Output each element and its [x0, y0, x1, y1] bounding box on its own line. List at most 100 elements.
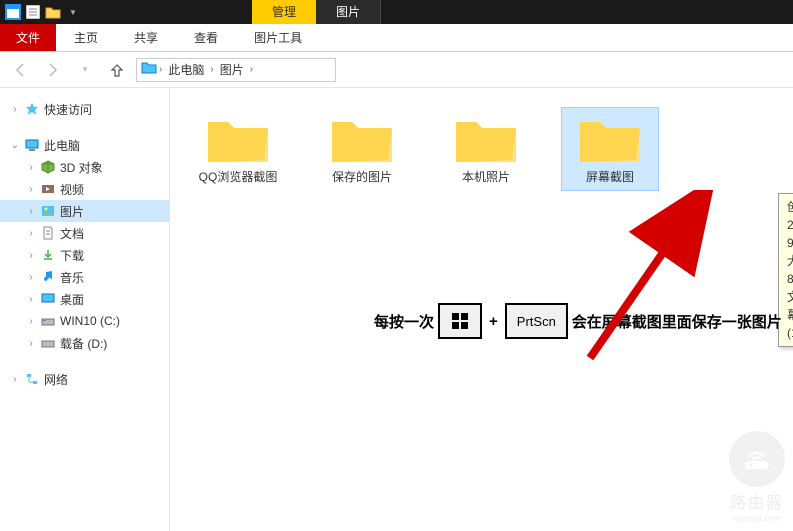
picture-icon — [40, 203, 56, 219]
cube-icon — [40, 159, 56, 175]
ribbon-share-tab[interactable]: 共享 — [116, 24, 176, 51]
chevron-right-icon[interactable]: › — [26, 228, 36, 239]
address-bar-row: ▾ › 此电脑 › 图片 › — [0, 52, 793, 88]
chevron-right-icon[interactable]: › — [10, 104, 20, 115]
drive-icon — [40, 335, 56, 351]
chevron-right-icon[interactable]: › — [157, 64, 164, 75]
watermark-text: 路由器 — [730, 489, 784, 513]
quick-access-toolbar: ▼ — [4, 3, 82, 21]
tree-label: 图片 — [60, 203, 84, 220]
tree-label: 载备 (D:) — [60, 335, 107, 352]
desktop-icon — [40, 291, 56, 307]
router-icon — [729, 431, 785, 487]
context-tab-manage[interactable]: 管理 — [252, 0, 316, 24]
ribbon-tabs: 文件 主页 共享 查看 图片工具 — [0, 24, 793, 52]
watermark: 路由器 luyouqi.com — [729, 431, 785, 523]
folder-item[interactable]: 本机照片 — [438, 108, 534, 190]
instruction-text: 每按一次 + PrtScn 会在屏幕截图里面保存一张图片 — [374, 303, 782, 339]
chevron-right-icon[interactable]: › — [26, 206, 36, 217]
tree-drive-d[interactable]: › 载备 (D:) — [0, 332, 169, 354]
nav-up-button[interactable] — [104, 57, 130, 83]
ribbon-view-tab[interactable]: 查看 — [176, 24, 236, 51]
chevron-right-icon[interactable]: › — [26, 338, 36, 349]
nav-recent-dropdown[interactable]: ▾ — [72, 57, 98, 83]
tree-pictures[interactable]: › 图片 — [0, 200, 169, 222]
keycap-prtscn: PrtScn — [505, 303, 568, 339]
tree-label: 文档 — [60, 225, 84, 242]
tree-label: 网络 — [44, 371, 68, 388]
chevron-right-icon[interactable]: › — [26, 272, 36, 283]
breadcrumb-pictures[interactable]: 图片 — [216, 61, 248, 78]
tree-label: 音乐 — [60, 269, 84, 286]
folder-grid: QQ浏览器截图 保存的图片 本机照片 屏幕截图 — [190, 108, 793, 190]
folder-item[interactable]: 保存的图片 — [314, 108, 410, 190]
chevron-right-icon[interactable]: › — [26, 250, 36, 261]
video-icon — [40, 181, 56, 197]
tree-label: WIN10 (C:) — [60, 314, 120, 328]
tooltip-file: 文件: 屏幕截图(10).png — [787, 288, 793, 342]
tree-label: 下载 — [60, 247, 84, 264]
tree-label: 桌面 — [60, 291, 84, 308]
tooltip-created: 创建日期: 2019/9/12 9:10 — [787, 198, 793, 252]
tree-label: 此电脑 — [44, 137, 80, 154]
chevron-right-icon[interactable]: › — [26, 294, 36, 305]
tree-quick-access[interactable]: › 快速访问 — [0, 98, 169, 120]
tree-label: 3D 对象 — [60, 159, 103, 176]
document-icon — [40, 225, 56, 241]
content-pane[interactable]: QQ浏览器截图 保存的图片 本机照片 屏幕截图 — [170, 88, 793, 531]
watermark-subtext: luyouqi.com — [733, 513, 781, 523]
tree-label: 视频 — [60, 181, 84, 198]
drive-icon — [40, 313, 56, 329]
tree-downloads[interactable]: › 下载 — [0, 244, 169, 266]
folder-label: QQ浏览器截图 — [199, 170, 278, 186]
tree-drive-c[interactable]: › WIN10 (C:) — [0, 310, 169, 332]
tooltip-size: 大小: 84.7 KB — [787, 252, 793, 288]
address-box[interactable]: › 此电脑 › 图片 › — [136, 58, 336, 82]
app-icon — [4, 3, 22, 21]
plus-sign: + — [489, 313, 498, 330]
main-area: › 快速访问 ⌄ 此电脑 › 3D 对象 › 视频 › 图片 › 文档 — [0, 88, 793, 531]
qat-dropdown-icon[interactable]: ▼ — [64, 3, 82, 21]
nav-forward-button[interactable] — [40, 57, 66, 83]
titlebar: ▼ 管理 图片 — [0, 0, 793, 24]
folder-label: 屏幕截图 — [586, 170, 634, 186]
folder-item[interactable]: QQ浏览器截图 — [190, 108, 286, 190]
pc-icon — [24, 137, 40, 153]
network-icon — [24, 371, 40, 387]
tree-3d-objects[interactable]: › 3D 对象 — [0, 156, 169, 178]
tree-label: 快速访问 — [44, 101, 92, 118]
instruction-prefix: 每按一次 — [374, 311, 434, 332]
chevron-right-icon[interactable]: › — [10, 374, 20, 385]
context-tab-pictures[interactable]: 图片 — [316, 0, 381, 24]
contextual-tab-group: 管理 图片 — [252, 0, 381, 24]
chevron-right-icon[interactable]: › — [248, 64, 255, 75]
chevron-down-icon[interactable]: ⌄ — [10, 140, 20, 151]
ribbon-picture-tools-tab[interactable]: 图片工具 — [236, 24, 320, 51]
tree-documents[interactable]: › 文档 — [0, 222, 169, 244]
windows-icon — [451, 312, 469, 330]
breadcrumb-this-pc[interactable]: 此电脑 — [164, 61, 208, 78]
music-icon — [40, 269, 56, 285]
chevron-right-icon[interactable]: › — [26, 316, 36, 327]
chevron-right-icon[interactable]: › — [26, 184, 36, 195]
nav-pane: › 快速访问 ⌄ 此电脑 › 3D 对象 › 视频 › 图片 › 文档 — [0, 88, 170, 531]
ribbon-file-tab[interactable]: 文件 — [0, 24, 56, 51]
instruction-suffix: 会在屏幕截图里面保存一张图片 — [572, 311, 782, 332]
star-icon — [24, 101, 40, 117]
folder-item-selected[interactable]: 屏幕截图 — [562, 108, 658, 190]
properties-icon[interactable] — [24, 3, 42, 21]
tree-desktop[interactable]: › 桌面 — [0, 288, 169, 310]
folder-label: 本机照片 — [462, 170, 510, 186]
chevron-right-icon[interactable]: › — [26, 162, 36, 173]
download-icon — [40, 247, 56, 263]
ribbon-home-tab[interactable]: 主页 — [56, 24, 116, 51]
tree-music[interactable]: › 音乐 — [0, 266, 169, 288]
tree-network[interactable]: › 网络 — [0, 368, 169, 390]
nav-back-button[interactable] — [8, 57, 34, 83]
tree-videos[interactable]: › 视频 — [0, 178, 169, 200]
keycap-win — [438, 303, 482, 339]
chevron-right-icon[interactable]: › — [208, 64, 215, 75]
tree-this-pc[interactable]: ⌄ 此电脑 — [0, 134, 169, 156]
folder-icon[interactable] — [44, 3, 62, 21]
pictures-folder-icon — [141, 60, 157, 79]
